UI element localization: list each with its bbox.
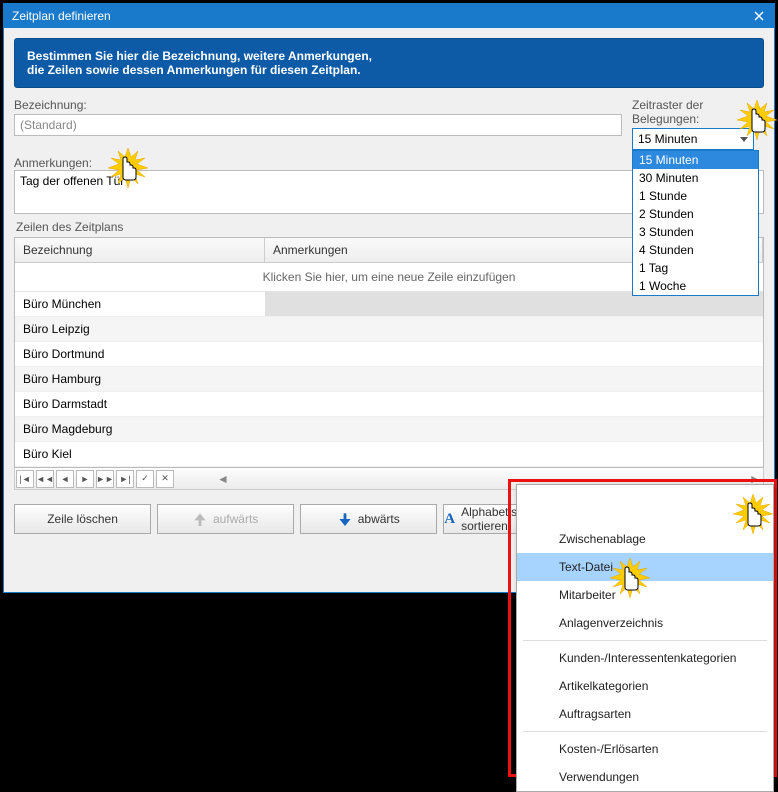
bezeichnung-input[interactable] (14, 114, 622, 136)
menu-item[interactable]: Anlagenverzeichnis (517, 609, 773, 637)
banner-line2: die Zeilen sowie dessen Anmerkungen für … (27, 63, 751, 77)
table-cell[interactable] (265, 342, 763, 366)
arrow-up-icon (193, 512, 207, 526)
nav-nextpage-icon[interactable]: ►► (96, 470, 114, 488)
menu-item[interactable]: Artikelkategorien (517, 672, 773, 700)
table-row[interactable]: Büro Darmstadt (15, 392, 265, 416)
info-banner: Bestimmen Sie hier die Bezeichnung, weit… (14, 38, 764, 88)
menu-item[interactable]: Kosten-/Erlösarten (517, 735, 773, 763)
menu-item[interactable]: Mitarbeiter (517, 581, 773, 609)
zeitraster-dropdown[interactable]: 15 Minuten (632, 128, 754, 150)
menu-item[interactable]: Auftragsarten (517, 700, 773, 728)
menu-separator (523, 640, 767, 641)
arrow-down-icon (338, 512, 352, 526)
titlebar: Zeitplan definieren (4, 4, 774, 28)
zeitraster-option[interactable]: 1 Stunde (633, 187, 758, 205)
nav-next-icon[interactable]: ► (76, 470, 94, 488)
anmerkungen-value: Tag der offenen Tür (20, 174, 124, 188)
delete-row-button[interactable]: Zeile löschen (14, 504, 151, 534)
nav-prev-icon[interactable]: ◄ (56, 470, 74, 488)
table-row[interactable]: Büro Leipzig (15, 317, 265, 341)
zeitraster-label: Zeitraster der Belegungen: (632, 98, 764, 126)
menu-item[interactable]: Zwischenablage (517, 525, 773, 553)
table-cell[interactable] (265, 417, 763, 441)
grid-col-bezeichnung[interactable]: Bezeichnung (15, 238, 265, 262)
table-cell[interactable] (265, 317, 763, 341)
zeitraster-option[interactable]: 3 Stunden (633, 223, 758, 241)
table-row[interactable]: Büro München (15, 292, 265, 316)
table-row[interactable]: Büro Kiel (15, 442, 265, 466)
letter-a-icon: A (444, 511, 455, 528)
nav-check-icon[interactable]: ✓ (136, 470, 154, 488)
table-cell[interactable] (265, 367, 763, 391)
chevron-down-icon (740, 137, 748, 142)
menu-separator (523, 731, 767, 732)
nav-prevpage-icon[interactable]: ◄◄ (36, 470, 54, 488)
zeitraster-option[interactable]: 4 Stunden (633, 241, 758, 259)
move-up-button[interactable]: aufwärts (157, 504, 294, 534)
zeitraster-option[interactable]: 1 Tag (633, 259, 758, 277)
zeitraster-option[interactable]: 1 Woche (633, 277, 758, 295)
nav-first-icon[interactable]: |◄ (16, 470, 34, 488)
banner-line1: Bestimmen Sie hier die Bezeichnung, weit… (27, 49, 751, 63)
table-cell[interactable] (265, 442, 763, 466)
nav-cancel-icon[interactable]: ✕ (156, 470, 174, 488)
bezeichnung-label: Bezeichnung: (14, 98, 622, 112)
import-context-menu: Zwischenablage Text-Datei Mitarbeiter An… (516, 484, 774, 792)
menu-item[interactable]: Verwendungen (517, 763, 773, 791)
zeitraster-option[interactable]: 15 Minuten (633, 151, 758, 169)
table-row[interactable]: Büro Magdeburg (15, 417, 265, 441)
zeitraster-option[interactable]: 30 Minuten (633, 169, 758, 187)
table-row[interactable]: Büro Dortmund (15, 342, 265, 366)
table-row[interactable]: Büro Hamburg (15, 367, 265, 391)
window-title: Zeitplan definieren (12, 9, 111, 23)
table-cell[interactable] (265, 392, 763, 416)
move-down-button[interactable]: abwärts (300, 504, 437, 534)
anmerkungen-label: Anmerkungen: (14, 156, 92, 170)
zeitraster-selected: 15 Minuten (638, 132, 697, 146)
scroll-left-icon[interactable]: ◄ (215, 471, 231, 487)
menu-item[interactable]: Text-Datei (517, 553, 773, 581)
zeitraster-option[interactable]: 2 Stunden (633, 205, 758, 223)
zeitraster-list: 15 Minuten 30 Minuten 1 Stunde 2 Stunden… (632, 150, 759, 296)
nav-last-icon[interactable]: ►| (116, 470, 134, 488)
menu-item[interactable]: Kunden-/Interessentenkategorien (517, 644, 773, 672)
close-icon[interactable] (752, 9, 766, 23)
